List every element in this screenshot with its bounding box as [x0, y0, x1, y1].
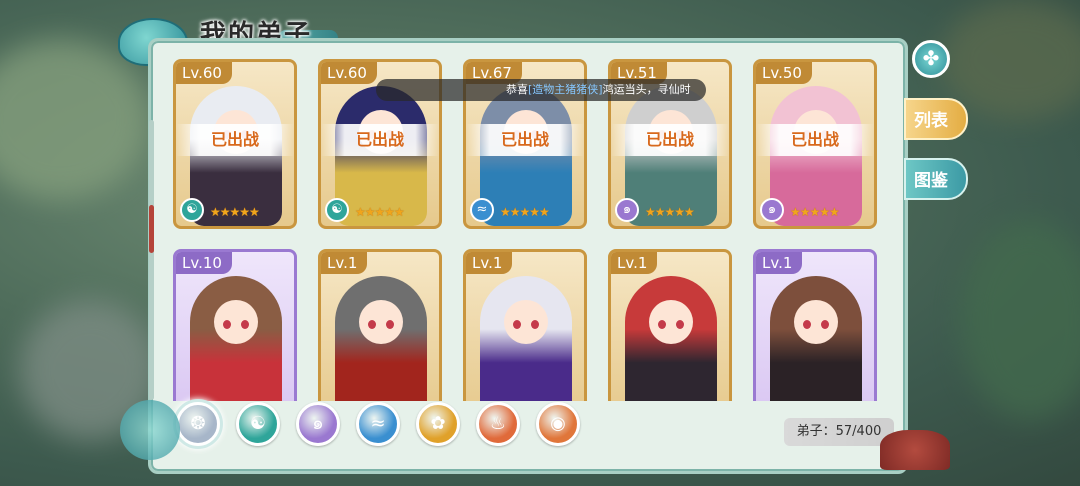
portrait-eye — [658, 320, 666, 329]
portrait-face — [794, 300, 838, 344]
yin-yang-icon: ☯ — [325, 198, 349, 222]
level-label: Lv.50 — [756, 62, 812, 84]
disciple-portrait — [770, 276, 862, 401]
filter-water-wave-button[interactable]: ≈ — [356, 402, 400, 446]
portrait-face — [214, 300, 258, 344]
deployed-status: 已出战 — [611, 124, 729, 156]
portrait-eye — [803, 320, 811, 329]
level-label: Lv.1 — [466, 252, 513, 274]
filter-eye-button[interactable]: ◉ — [536, 402, 580, 446]
disciple-card[interactable]: Lv.1 — [753, 249, 877, 401]
star-rating: ★★★★★ — [210, 205, 260, 219]
wind-swirl-icon: ๑ — [760, 198, 784, 222]
portrait-eye — [386, 320, 394, 329]
portrait-eye — [513, 320, 521, 329]
star-rating: ★★★★★ — [355, 205, 405, 219]
portrait-eye — [821, 320, 829, 329]
level-label: Lv.10 — [176, 252, 232, 274]
star-rating: ★★★★★ — [645, 205, 695, 219]
notice-player-name: [造物主猪猪侠] — [528, 83, 603, 96]
tab-codex-label: 图鉴 — [914, 171, 948, 191]
portrait-eye — [368, 320, 376, 329]
filter-wind-swirl-button[interactable]: ๑ — [296, 402, 340, 446]
disciple-card[interactable]: Lv.1 — [608, 249, 732, 401]
disciple-card[interactable]: Lv.10 — [173, 249, 297, 401]
yin-yang-icon: ☯ — [249, 413, 267, 434]
disciple-portrait — [625, 276, 717, 401]
scrollbar-track[interactable] — [149, 120, 154, 400]
eye-icon: ◉ — [550, 413, 566, 434]
lotus-icon: ✿ — [430, 413, 446, 434]
wind-swirl-icon: ๑ — [312, 413, 324, 434]
star-rating: ★★★★★ — [500, 205, 550, 219]
portrait-eye — [676, 320, 684, 329]
tab-list[interactable]: 列表 — [904, 98, 968, 140]
pine-ornament-icon — [880, 430, 950, 470]
filter-lotus-button[interactable]: ✿ — [416, 402, 460, 446]
filter-all-swirl-button[interactable]: ❂ — [176, 402, 220, 446]
background-scenery — [960, 220, 1080, 420]
level-label: Lv.1 — [321, 252, 368, 274]
portrait-eye — [223, 320, 231, 329]
disciple-grid: Lv.60 已出战 ☯ ★★★★★ Lv.60 已出战 ☯ ★★★★★ Lv.67 已出战 ≈ ★★★… — [173, 59, 885, 401]
disciple-card[interactable]: Lv.1 — [463, 249, 587, 401]
portrait-eye — [531, 320, 539, 329]
cloud-ornament-icon — [120, 400, 180, 460]
notice-prefix: 恭喜 — [506, 83, 528, 96]
broadcast-notice: 恭喜[造物主猪猪侠]鸿运当头，寻仙时 — [376, 79, 706, 101]
level-label: Lv.60 — [176, 62, 232, 84]
flame-icon: ♨ — [489, 413, 507, 434]
deployed-status: 已出战 — [176, 124, 294, 156]
disciple-portrait — [335, 276, 427, 401]
disciple-portrait — [190, 276, 282, 401]
all-swirl-icon: ❂ — [190, 413, 206, 434]
water-wave-icon: ≈ — [470, 198, 494, 222]
disciple-count: 弟子：57/400 — [784, 418, 894, 446]
yin-yang-icon: ☯ — [180, 198, 204, 222]
level-label: Lv.1 — [756, 252, 803, 274]
close-button[interactable]: ✤ — [912, 40, 950, 78]
portrait-face — [649, 300, 693, 344]
water-wave-icon: ≈ — [370, 413, 386, 434]
deployed-status: 已出战 — [321, 124, 439, 156]
disciple-portrait — [480, 276, 572, 401]
filter-flame-button[interactable]: ♨ — [476, 402, 520, 446]
disciple-card[interactable]: Lv.1 — [318, 249, 442, 401]
deployed-status: 已出战 — [466, 124, 584, 156]
filter-yin-yang-button[interactable]: ☯ — [236, 402, 280, 446]
portrait-eye — [241, 320, 249, 329]
disciple-card[interactable]: Lv.60 已出战 ☯ ★★★★★ — [173, 59, 297, 229]
disciple-card[interactable]: Lv.50 已出战 ๑ ★★★★★ — [753, 59, 877, 229]
deployed-status: 已出战 — [756, 124, 874, 156]
scrollbar-thumb[interactable] — [149, 205, 154, 253]
level-label: Lv.60 — [321, 62, 377, 84]
portrait-face — [359, 300, 403, 344]
tab-list-label: 列表 — [914, 111, 948, 131]
close-clover-icon: ✤ — [922, 46, 940, 70]
wind-swirl-icon: ๑ — [615, 198, 639, 222]
star-rating: ★★★★★ — [790, 205, 840, 219]
portrait-face — [504, 300, 548, 344]
level-label: Lv.1 — [611, 252, 658, 274]
notice-suffix: 鸿运当头，寻仙时 — [602, 83, 691, 96]
tab-codex[interactable]: 图鉴 — [904, 158, 968, 200]
